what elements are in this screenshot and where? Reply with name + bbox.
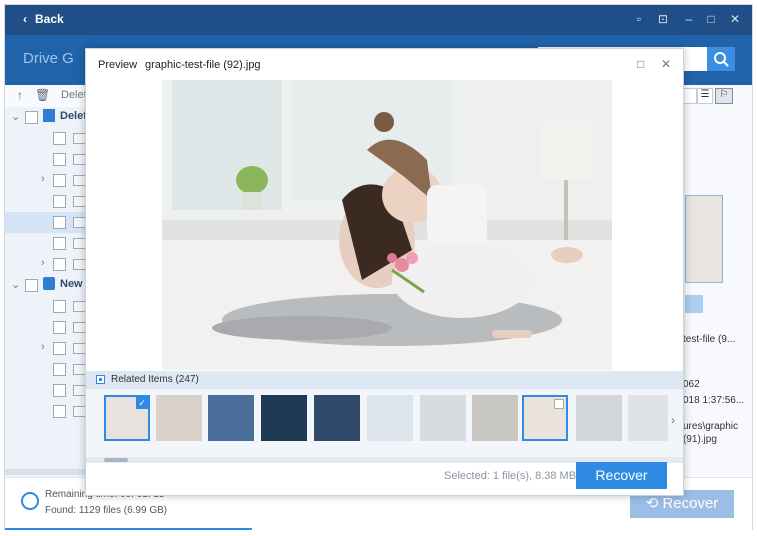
- tree-row[interactable]: [5, 359, 89, 380]
- thumbnail[interactable]: [628, 395, 668, 441]
- chevron-right-icon[interactable]: ›: [671, 413, 675, 427]
- preview-image: [162, 80, 612, 370]
- thumbnail-current[interactable]: [522, 395, 568, 441]
- preview-dialog: Preview graphic-test-file (92).jpg □ ✕ R…: [85, 48, 684, 496]
- checkbox[interactable]: [53, 321, 66, 334]
- checkbox[interactable]: [53, 300, 66, 313]
- checkbox[interactable]: [554, 399, 564, 409]
- trash-icon: 🗑: [35, 88, 51, 102]
- chevron-right-icon[interactable]: ›: [41, 341, 45, 353]
- detail-date: 018 1:37:56...: [683, 395, 745, 406]
- checkbox[interactable]: [53, 216, 66, 229]
- checkbox[interactable]: [53, 342, 66, 355]
- thumbnail-strip: ✓ ›: [86, 389, 683, 457]
- detail-size: 062: [683, 379, 700, 390]
- tree-label-deleted: Delet: [60, 110, 87, 122]
- tree-row-new[interactable]: ⌄ New: [5, 275, 89, 296]
- selection-summary: Selected: 1 file(s), 8.38 MB: [444, 470, 577, 482]
- tree-row[interactable]: ›: [5, 170, 89, 191]
- tree-row[interactable]: [5, 149, 89, 170]
- check-icon: ✓: [136, 397, 148, 409]
- thumbnail[interactable]: [472, 395, 518, 441]
- chevron-left-icon: ‹: [23, 12, 27, 26]
- detail-path-2: (91).jpg: [683, 434, 717, 445]
- thumbnail[interactable]: [208, 395, 254, 441]
- tree-row[interactable]: ›: [5, 254, 89, 275]
- thumbnail[interactable]: [314, 395, 360, 441]
- tree-row[interactable]: [5, 380, 89, 401]
- search-icon: [714, 52, 729, 67]
- related-items-header: Related Items (247): [86, 371, 683, 389]
- checkbox[interactable]: [53, 363, 66, 376]
- back-label: Back: [35, 12, 64, 26]
- tree-row[interactable]: ›: [5, 338, 89, 359]
- related-toggle[interactable]: [96, 375, 105, 384]
- maximize-icon[interactable]: □: [703, 11, 719, 27]
- checkbox[interactable]: [53, 384, 66, 397]
- export-icon[interactable]: ⊡: [655, 11, 671, 27]
- detail-pane: test-file (9... 062 018 1:37:56... ures\…: [683, 107, 752, 477]
- tree-row-deleted[interactable]: ⌄ Delet: [5, 107, 89, 128]
- preview-file-name: graphic-test-file (92).jpg: [145, 59, 261, 71]
- thumbnail-selected[interactable]: ✓: [104, 395, 150, 441]
- chevron-down-icon[interactable]: ⌄: [11, 278, 20, 291]
- drive-title: Drive G: [23, 50, 74, 67]
- close-icon[interactable]: ✕: [727, 11, 743, 27]
- checkbox[interactable]: [53, 174, 66, 187]
- thumbnail[interactable]: [576, 395, 622, 441]
- thumbnail[interactable]: [156, 395, 202, 441]
- checkbox[interactable]: [25, 111, 38, 124]
- found-count: Found: 1129 files (6.99 GB): [45, 505, 168, 516]
- scan-status-icon: [21, 492, 39, 510]
- detail-thumbnail: [685, 195, 723, 283]
- chevron-down-icon[interactable]: ⌄: [11, 110, 20, 123]
- preview-view-icon[interactable]: ⚐: [715, 88, 733, 104]
- checkbox[interactable]: [53, 132, 66, 145]
- open-button[interactable]: [685, 295, 703, 313]
- tree-row[interactable]: [5, 317, 89, 338]
- scan-progress-bar: [5, 528, 252, 530]
- tree-label-new: New: [60, 278, 83, 290]
- tree-row[interactable]: [5, 128, 89, 149]
- close-icon[interactable]: ✕: [661, 57, 671, 71]
- user-folder-icon: [43, 277, 55, 290]
- checkbox[interactable]: [25, 279, 38, 292]
- minimize-icon[interactable]: –: [681, 11, 697, 27]
- detail-file-name: test-file (9...: [683, 334, 736, 345]
- folder-tree: ⌄ Delet › › ⌄ New ›: [5, 107, 89, 477]
- recycle-bin-icon: [43, 109, 55, 122]
- recover-icon: ⟲: [645, 495, 663, 512]
- horizontal-scrollbar[interactable]: [5, 469, 89, 475]
- chevron-right-icon[interactable]: ›: [41, 173, 45, 185]
- scrollbar-thumb[interactable]: [104, 458, 128, 462]
- back-button[interactable]: ‹ Back: [23, 12, 64, 26]
- detail-path-1: ures\graphic: [683, 421, 739, 432]
- recover-label: Recover: [662, 495, 719, 512]
- title-bar: ‹ Back ▫ ⊡ – □ ✕: [5, 5, 752, 35]
- tree-row[interactable]: [5, 401, 89, 422]
- checkbox[interactable]: [53, 195, 66, 208]
- maximize-icon[interactable]: □: [637, 57, 644, 71]
- thumbnail[interactable]: [420, 395, 466, 441]
- related-items-label: Related Items (247): [111, 374, 199, 385]
- thumbnail[interactable]: [261, 395, 307, 441]
- breadcrumb[interactable]: Delet: [61, 89, 87, 101]
- tree-row-selected[interactable]: [5, 212, 89, 233]
- pin-icon[interactable]: ▫: [631, 11, 647, 27]
- chevron-right-icon[interactable]: ›: [41, 257, 45, 269]
- tree-row[interactable]: [5, 233, 89, 254]
- search-button[interactable]: [707, 47, 735, 71]
- tree-row[interactable]: [5, 191, 89, 212]
- checkbox[interactable]: [53, 258, 66, 271]
- detail-view-icon[interactable]: ☰: [697, 88, 713, 104]
- checkbox[interactable]: [53, 405, 66, 418]
- checkbox[interactable]: [53, 237, 66, 250]
- checkbox[interactable]: [53, 153, 66, 166]
- recover-button[interactable]: Recover: [576, 462, 667, 489]
- thumbnail[interactable]: [367, 395, 413, 441]
- tree-row[interactable]: [5, 296, 89, 317]
- up-arrow-icon[interactable]: ↑: [17, 88, 23, 102]
- dialog-title: Preview: [98, 59, 138, 71]
